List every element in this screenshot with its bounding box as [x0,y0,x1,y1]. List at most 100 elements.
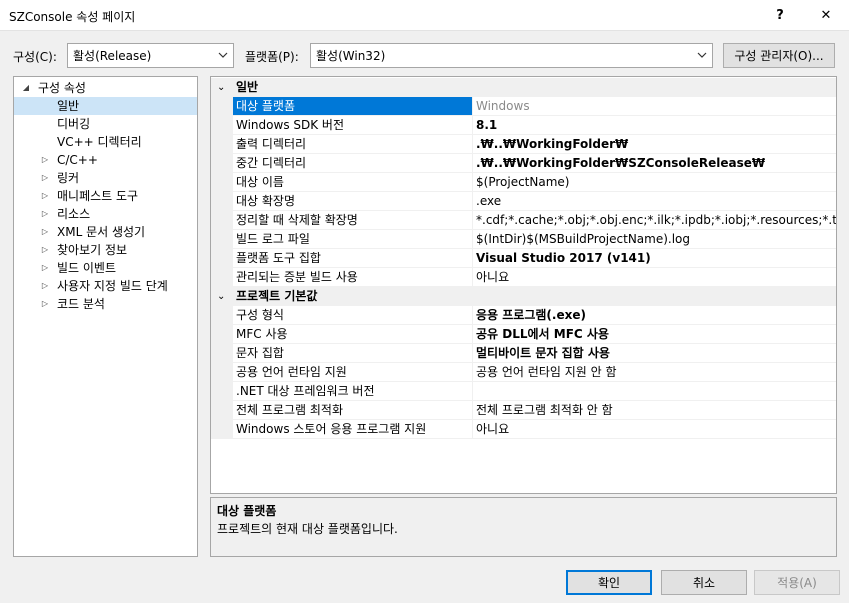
row-gutter [211,344,233,363]
tree-item[interactable]: ▷ C/C++ [14,151,197,169]
property-name[interactable]: MFC 사용 [233,325,473,344]
property-grid[interactable]: ⌄ 일반 대상 플랫폼 Windows Windows SDK 버전 8.1 출력 디렉터리… [210,76,837,494]
property-name[interactable]: 관리되는 증분 빌드 사용 [233,268,473,287]
tree-item[interactable]: ▷ 링커 [14,169,197,187]
property-value[interactable]: Visual Studio 2017 (v141) [473,249,836,268]
category-header[interactable]: ⌄ 일반 [211,78,836,97]
property-name[interactable]: 전체 프로그램 최적화 [233,401,473,420]
property-name[interactable]: Windows SDK 버전 [233,116,473,135]
chevron-down-icon [697,52,707,58]
property-name[interactable]: 대상 확장명 [233,192,473,211]
property-row[interactable]: 플랫폼 도구 집합 Visual Studio 2017 (v141) [211,249,836,268]
property-name[interactable]: Windows 스토어 응용 프로그램 지원 [233,420,473,439]
apply-button[interactable]: 적용(A) [754,570,840,595]
close-button[interactable]: ✕ [803,0,849,31]
row-gutter [211,192,233,211]
tree-item[interactable]: ▷ 코드 분석 [14,295,197,313]
property-name[interactable]: 출력 디렉터리 [233,135,473,154]
collapse-icon[interactable]: ◢ [21,79,31,97]
tree-item[interactable]: ▷ 빌드 이벤트 [14,259,197,277]
config-tree[interactable]: ◢ 구성 속성 일반 디버깅 VC++ 디렉터리 ▷ C/C++ ▷ 링커 ▷ 매니페스트 도구 ▷ 리… [13,76,198,557]
property-value[interactable]: $(IntDir)$(MSBuildProjectName).log [473,230,836,249]
property-name[interactable]: 대상 플랫폼 [233,97,473,116]
property-row[interactable]: 관리되는 증분 빌드 사용 아니요 [211,268,836,287]
platform-dropdown[interactable]: 활성(Win32) [310,43,713,68]
chevron-down-icon[interactable]: ⌄ [217,287,225,306]
tree-item-label: 찾아보기 정보 [57,243,128,257]
property-name[interactable]: 구성 형식 [233,306,473,325]
property-value[interactable]: $(ProjectName) [473,173,836,192]
tree-item-label: 리소스 [57,207,91,221]
expand-icon[interactable]: ▷ [40,295,50,313]
property-value[interactable]: Windows [473,97,836,116]
tree-item[interactable]: ▷ 리소스 [14,205,197,223]
platform-label: 플랫폼(P): [245,50,299,64]
property-name[interactable]: 대상 이름 [233,173,473,192]
property-row[interactable]: 빌드 로그 파일 $(IntDir)$(MSBuildProjectName).l… [211,230,836,249]
expand-icon[interactable]: ▷ [40,277,50,295]
property-row[interactable]: 문자 집합 멀티바이트 문자 집합 사용 [211,344,836,363]
property-value[interactable]: 공용 언어 런타임 지원 안 함 [473,363,836,382]
property-value[interactable]: 아니요 [473,268,836,287]
expand-icon[interactable]: ▷ [40,223,50,241]
tree-item-label: 매니페스트 도구 [57,189,139,203]
property-value[interactable]: .exe [473,192,836,211]
property-row[interactable]: 정리할 때 삭제할 확장명 *.cdf;*.cache;*.obj;*.obj.e… [211,211,836,230]
category-header[interactable]: ⌄ 프로젝트 기본값 [211,287,836,306]
help-button[interactable]: ? [757,0,803,31]
tree-item[interactable]: VC++ 디렉터리 [14,133,197,151]
expand-icon[interactable]: ▷ [40,151,50,169]
property-value[interactable] [473,382,836,401]
property-name[interactable]: 공용 언어 런타임 지원 [233,363,473,382]
property-name[interactable]: 플랫폼 도구 집합 [233,249,473,268]
tree-item[interactable]: ▷ 매니페스트 도구 [14,187,197,205]
property-name[interactable]: .NET 대상 프레임워크 버전 [233,382,473,401]
property-row[interactable]: Windows SDK 버전 8.1 [211,116,836,135]
config-manager-button[interactable]: 구성 관리자(O)... [723,43,835,68]
property-row[interactable]: 대상 확장명 .exe [211,192,836,211]
property-row[interactable]: .NET 대상 프레임워크 버전 [211,382,836,401]
cancel-button[interactable]: 취소 [661,570,747,595]
property-row[interactable]: Windows 스토어 응용 프로그램 지원 아니요 [211,420,836,439]
tree-item[interactable]: ◢ 구성 속성 [14,79,197,97]
property-row[interactable]: MFC 사용 공유 DLL에서 MFC 사용 [211,325,836,344]
property-name[interactable]: 중간 디렉터리 [233,154,473,173]
property-value[interactable]: 멀티바이트 문자 집합 사용 [473,344,836,363]
property-row[interactable]: 대상 플랫폼 Windows [211,97,836,116]
property-value[interactable]: 8.1 [473,116,836,135]
config-dropdown[interactable]: 활성(Release) [67,43,234,68]
property-value[interactable]: .₩..₩WorkingFolder₩SZConsoleRelease₩ [473,154,836,173]
expand-icon[interactable]: ▷ [40,205,50,223]
expand-icon[interactable]: ▷ [40,169,50,187]
property-row[interactable]: 출력 디렉터리 .₩..₩WorkingFolder₩ [211,135,836,154]
expand-icon[interactable]: ▷ [40,259,50,277]
tree-item[interactable]: ▷ XML 문서 생성기 [14,223,197,241]
tree-item[interactable]: 디버깅 [14,115,197,133]
property-value[interactable]: .₩..₩WorkingFolder₩ [473,135,836,154]
property-row[interactable]: 구성 형식 응용 프로그램(.exe) [211,306,836,325]
chevron-down-icon[interactable]: ⌄ [217,78,225,97]
tree-item-label: 코드 분석 [57,297,105,311]
tree-item-label: 디버깅 [57,117,91,131]
property-name[interactable]: 빌드 로그 파일 [233,230,473,249]
ok-button[interactable]: 확인 [566,570,652,595]
tree-item[interactable]: ▷ 사용자 지정 빌드 단계 [14,277,197,295]
property-row[interactable]: 공용 언어 런타임 지원 공용 언어 런타임 지원 안 함 [211,363,836,382]
row-gutter [211,382,233,401]
property-name[interactable]: 문자 집합 [233,344,473,363]
tree-item[interactable]: ▷ 찾아보기 정보 [14,241,197,259]
property-value[interactable]: 전체 프로그램 최적화 안 함 [473,401,836,420]
property-row[interactable]: 전체 프로그램 최적화 전체 프로그램 최적화 안 함 [211,401,836,420]
property-value[interactable]: *.cdf;*.cache;*.obj;*.obj.enc;*.ilk;*.ip… [473,211,836,230]
config-label: 구성(C): [13,50,57,64]
property-value[interactable]: 공유 DLL에서 MFC 사용 [473,325,836,344]
expand-icon[interactable]: ▷ [40,187,50,205]
property-value[interactable]: 응용 프로그램(.exe) [473,306,836,325]
property-row[interactable]: 중간 디렉터리 .₩..₩WorkingFolder₩SZConsoleRelea… [211,154,836,173]
tree-item-label: VC++ 디렉터리 [57,135,142,149]
property-name[interactable]: 정리할 때 삭제할 확장명 [233,211,473,230]
tree-item[interactable]: 일반 [14,97,197,115]
property-value[interactable]: 아니요 [473,420,836,439]
property-row[interactable]: 대상 이름 $(ProjectName) [211,173,836,192]
expand-icon[interactable]: ▷ [40,241,50,259]
